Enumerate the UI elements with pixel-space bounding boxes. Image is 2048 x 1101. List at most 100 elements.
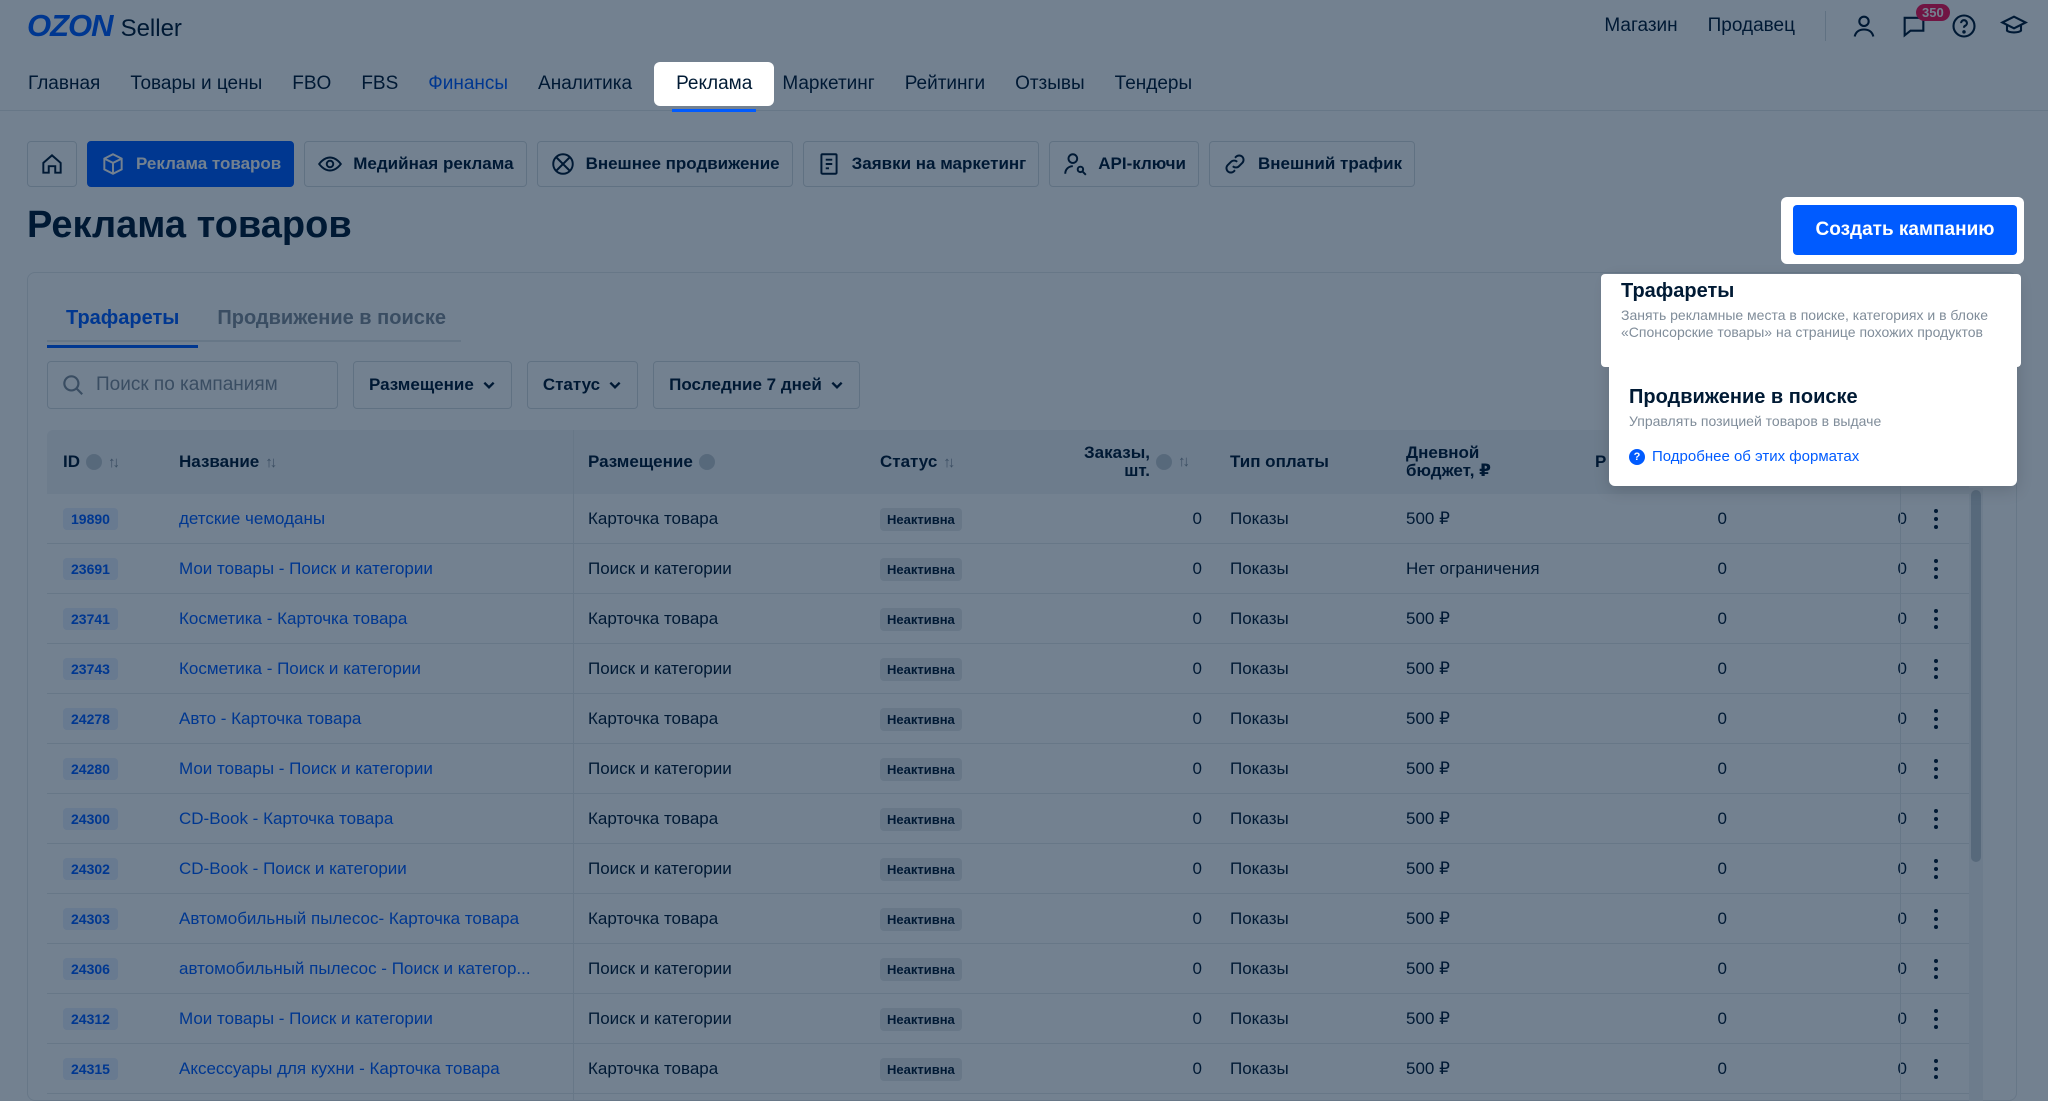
column-orders[interactable]: Заказы, шт. ↑↓ (1084, 430, 1190, 494)
cell-id[interactable]: 24315 (63, 1044, 163, 1094)
cell-name[interactable]: Косметика - Поиск и категории (179, 644, 609, 694)
cell-name[interactable]: Авто - Карточка товара (179, 694, 609, 744)
cell-name[interactable]: Автомобильный пылесос- Карточка товара (179, 894, 609, 944)
user-key-icon (1064, 153, 1087, 176)
cell-name[interactable]: Мои товары - Поиск и категории (179, 744, 609, 794)
shop-link[interactable]: Магазин (1604, 15, 1677, 37)
nav-advertising[interactable]: Реклама (654, 62, 775, 112)
c1-value: 0 (1717, 509, 1727, 528)
row-menu-button[interactable] (1933, 794, 1953, 844)
table-row[interactable]: 23743 Косметика - Поиск и категории Поиск … (47, 644, 1969, 694)
table-row[interactable]: 23691 Мои товары - Поиск и категории Поиск… (47, 544, 1969, 594)
ozon-seller-logo[interactable]: OZON Seller (27, 8, 182, 44)
user-icon[interactable] (1848, 10, 1880, 42)
cell-id[interactable]: 19890 (63, 494, 163, 544)
row-menu-button[interactable] (1933, 744, 1953, 794)
table-row[interactable]: 23741 Косметика - Карточка товара Карточка… (47, 594, 1969, 644)
menu-item-banners[interactable]: Трафареты Занять рекламные места в поиск… (1601, 274, 2021, 367)
cell-name[interactable]: Мои товары - Поиск и категории (179, 994, 609, 1044)
cell-name[interactable]: Аксессуары для кухни - Карточка товара (179, 1044, 609, 1094)
marketing-requests-button[interactable]: Заявки на маркетинг (802, 141, 1040, 187)
column-status[interactable]: Статус ↑↓ (880, 430, 955, 494)
tab-banners[interactable]: Трафареты (47, 296, 199, 348)
nav-ratings[interactable]: Рейтинги (905, 58, 985, 110)
row-menu-button[interactable] (1933, 894, 1953, 944)
nav-fbs[interactable]: FBS (361, 58, 398, 110)
cell-id[interactable]: 24306 (63, 944, 163, 994)
row-menu-button[interactable] (1933, 844, 1953, 894)
home-button[interactable] (27, 141, 77, 187)
row-menu-button[interactable] (1933, 694, 1953, 744)
table-row[interactable]: 24278 Авто - Карточка товара Карточка това… (47, 694, 1969, 744)
help-icon[interactable] (1948, 10, 1980, 42)
table-row[interactable]: 24315 Аксессуары для кухни - Карточка тов… (47, 1044, 1969, 1094)
table-row[interactable]: 24300 CD-Book - Карточка товара Карточка т… (47, 794, 1969, 844)
nav-finance[interactable]: Финансы (428, 58, 508, 110)
placement-filter[interactable]: Размещение (353, 361, 512, 409)
cell-budget: 500 ₽ (1406, 494, 1596, 544)
tabs-underline (47, 340, 461, 342)
search-input[interactable] (96, 374, 316, 396)
period-filter[interactable]: Последние 7 дней (653, 361, 860, 409)
cell-id[interactable]: 24280 (63, 744, 163, 794)
row-menu-button[interactable] (1933, 644, 1953, 694)
table-row[interactable]: 19890 детские чемоданы Карточка товара Неак… (47, 494, 1969, 544)
nav-fbo[interactable]: FBO (292, 58, 331, 110)
cell-id[interactable]: 24303 (63, 894, 163, 944)
table-row[interactable]: 24280 Мои товары - Поиск и категории Поиск… (47, 744, 1969, 794)
cell-name[interactable]: CD-Book - Поиск и категории (179, 844, 609, 894)
table-scroll-thumb[interactable] (1971, 490, 1981, 862)
tab-search-promotion[interactable]: Продвижение в поиске (198, 296, 465, 340)
cell-c2: 0 (1827, 644, 1907, 694)
cell-placement: Карточка товара (588, 1044, 868, 1094)
nav-main[interactable]: Главная (28, 58, 100, 110)
column-id[interactable]: ID ↑↓ (63, 430, 120, 494)
media-ads-button[interactable]: Медийная реклама (304, 141, 527, 187)
row-menu-button[interactable] (1933, 944, 1953, 994)
cell-name[interactable]: CD-Book - Карточка товара (179, 794, 609, 844)
nav-products[interactable]: Товары и цены (130, 58, 262, 110)
seller-link[interactable]: Продавец (1708, 15, 1795, 37)
create-campaign-button[interactable]: Создать кампанию (1793, 205, 2017, 255)
cell-orders: 0 (1047, 944, 1202, 994)
table-row[interactable]: 24302 CD-Book - Поиск и категории Поиск и … (47, 844, 1969, 894)
external-promotion-button[interactable]: Внешнее продвижение (536, 141, 793, 187)
row-menu-button[interactable] (1933, 1044, 1953, 1094)
menu-item-search-promotion[interactable]: Продвижение в поиске Управлять позицией … (1609, 386, 2017, 430)
info-icon (86, 454, 102, 470)
cell-id[interactable]: 24278 (63, 694, 163, 744)
nav-analytics[interactable]: Аналитика (538, 58, 632, 110)
product-ads-button[interactable]: Реклама товаров (87, 141, 295, 187)
cell-name[interactable]: Мои товары - Поиск и категории (179, 544, 609, 594)
row-menu-button[interactable] (1933, 594, 1953, 644)
graduation-cap-icon[interactable] (1998, 10, 2030, 42)
cell-id[interactable]: 23691 (63, 544, 163, 594)
cell-id[interactable]: 23743 (63, 644, 163, 694)
table-row[interactable]: 24312 Мои товары - Поиск и категории Поиск… (47, 994, 1969, 1044)
cell-orders: 0 (1047, 894, 1202, 944)
row-menu-button[interactable] (1933, 544, 1953, 594)
formats-info-link[interactable]: ? Подробнее об этих форматах (1629, 448, 1859, 465)
api-keys-button[interactable]: API-ключи (1049, 141, 1199, 187)
name-value: Мои товары - Поиск и категории (179, 1009, 433, 1028)
cell-id[interactable]: 24302 (63, 844, 163, 894)
orders-value: 0 (1192, 559, 1202, 578)
nav-tenders[interactable]: Тендеры (1115, 58, 1192, 110)
external-traffic-button[interactable]: Внешний трафик (1208, 141, 1416, 187)
row-menu-button[interactable] (1933, 494, 1953, 544)
chat-icon[interactable]: 350 (1898, 4, 1950, 42)
cell-name[interactable]: детские чемоданы (179, 494, 609, 544)
status-filter[interactable]: Статус (526, 361, 639, 409)
cell-id[interactable]: 23741 (63, 594, 163, 644)
cell-id[interactable]: 24300 (63, 794, 163, 844)
cell-id[interactable]: 24312 (63, 994, 163, 1044)
row-menu-button[interactable] (1933, 994, 1953, 1044)
cell-budget: 500 ₽ (1406, 594, 1596, 644)
cell-name[interactable]: автомобильный пылесос - Поиск и категор.… (179, 944, 609, 994)
table-row[interactable]: 24306 автомобильный пылесос - Поиск и кат… (47, 944, 1969, 994)
column-name[interactable]: Название ↑↓ (179, 430, 277, 494)
nav-reviews[interactable]: Отзывы (1015, 58, 1085, 110)
nav-marketing[interactable]: Маркетинг (782, 58, 874, 110)
table-row[interactable]: 24303 Автомобильный пылесос- Карточка тов… (47, 894, 1969, 944)
cell-name[interactable]: Косметика - Карточка товара (179, 594, 609, 644)
